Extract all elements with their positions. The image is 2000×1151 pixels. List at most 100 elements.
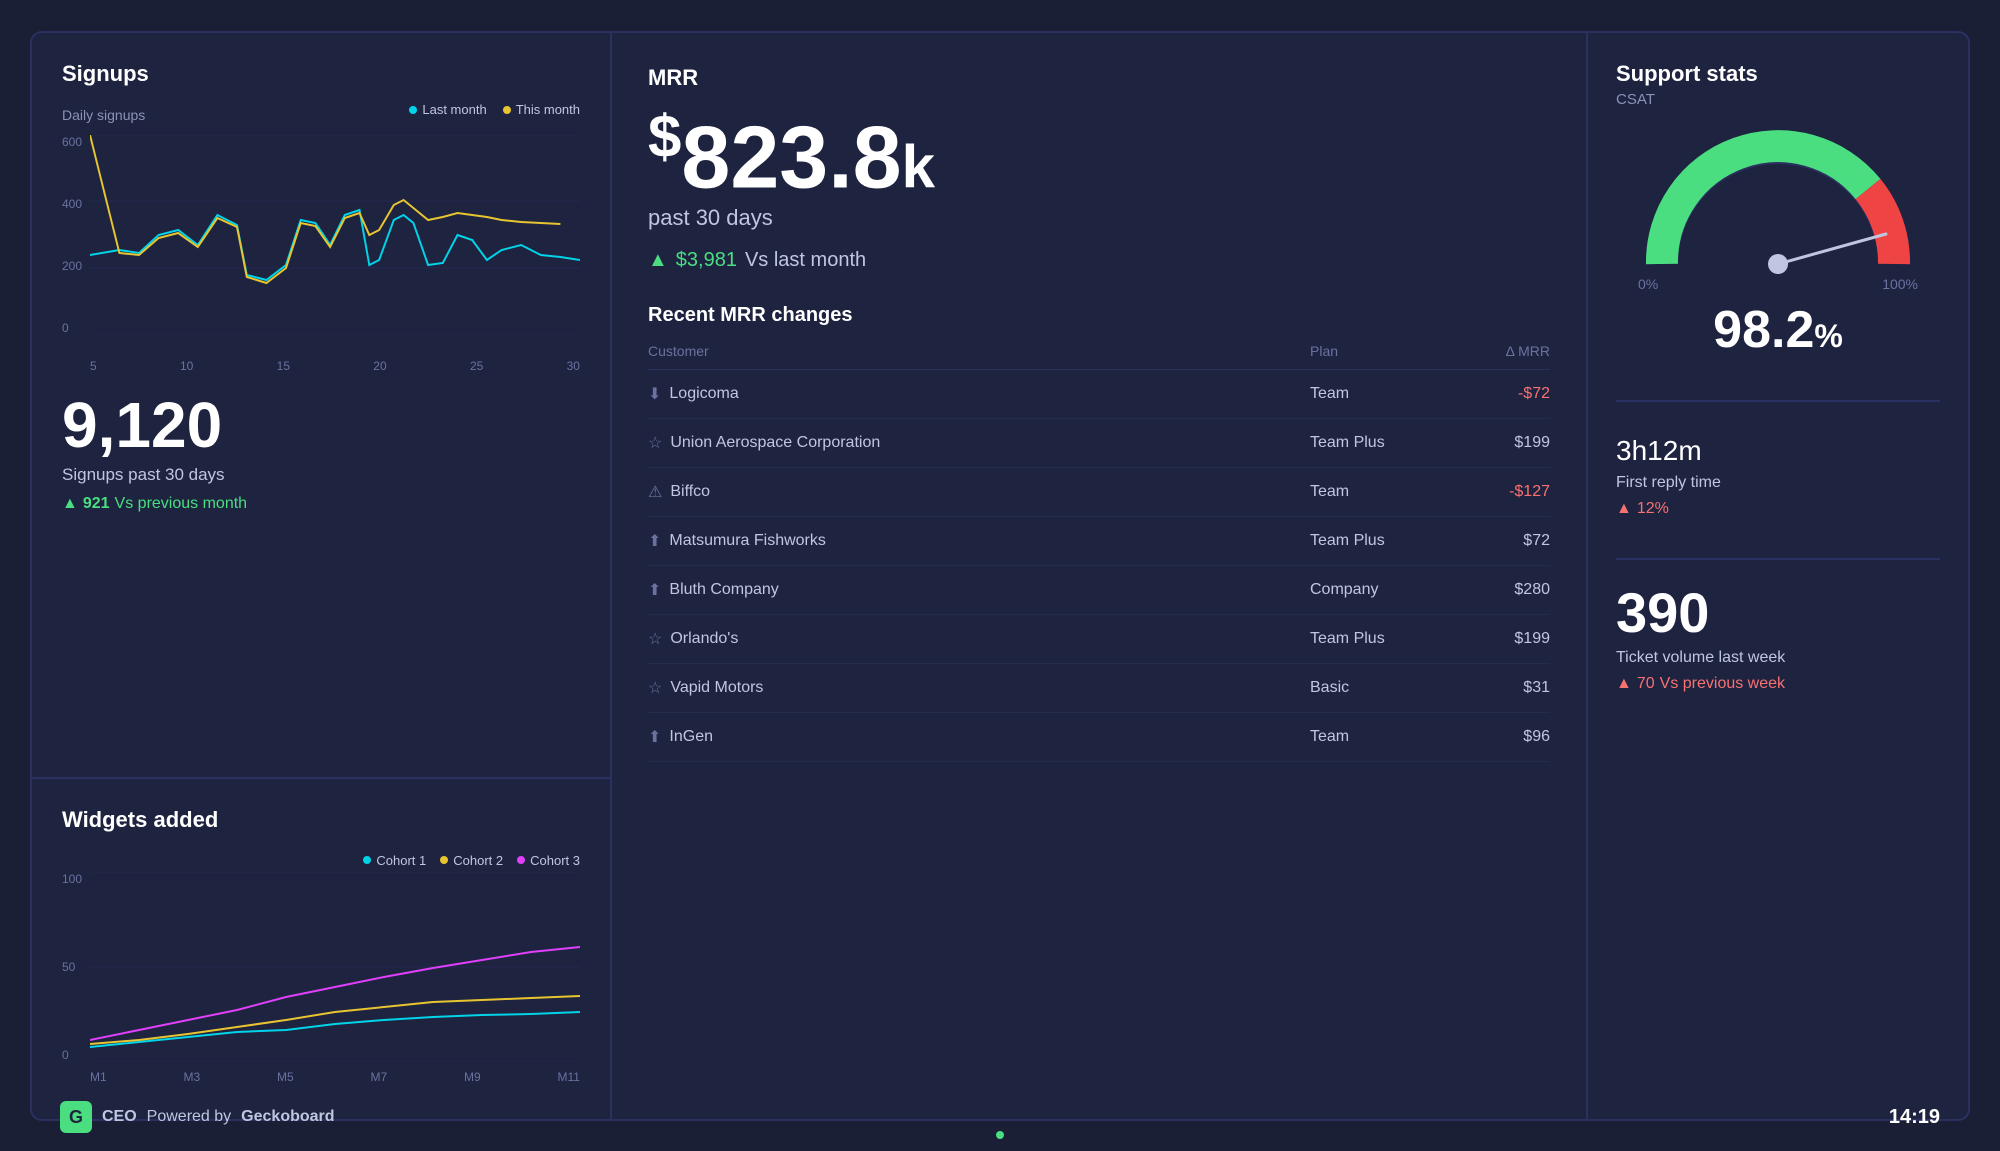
gauge-value: 98.2 (1713, 301, 1814, 359)
cohort3-legend: Cohort 3 (517, 853, 580, 868)
cohort3-dot (517, 856, 525, 864)
m-label: m (1678, 435, 1701, 466)
mrr-cell: $31 (1450, 679, 1550, 697)
customer-cell: ☆ Vapid Motors (648, 678, 1310, 698)
mrr-title: MRR (648, 65, 1550, 91)
customer-cell: ⬆ Matsumura Fishworks (648, 531, 1310, 551)
signups-chart-container: 6004002000 (62, 135, 580, 335)
mrr-period: past 30 days (648, 205, 1550, 231)
signups-x-axis: 51015202530 (62, 359, 580, 373)
signups-chart-svg (62, 135, 580, 335)
widgets-x-axis: M1M3M5M7M9M11 (62, 1070, 580, 1084)
mrr-cell: $199 (1450, 434, 1550, 452)
signups-panel: Signups Daily signups Last month This mo… (32, 33, 610, 779)
cohort2-legend: Cohort 2 (440, 853, 503, 868)
powered-by: Powered by (147, 1108, 232, 1126)
support-divider (1616, 400, 1940, 402)
plan-cell: Team (1310, 385, 1450, 403)
left-column: Signups Daily signups Last month This mo… (32, 33, 612, 1119)
plan-cell: Team Plus (1310, 630, 1450, 648)
reply-change: ▲ 12% (1616, 500, 1940, 518)
status-dot (996, 1131, 1004, 1139)
legend-last-month: Last month (409, 102, 486, 117)
table-row: ⬆ Bluth Company Company $280 (648, 566, 1550, 615)
plan-cell: Team Plus (1310, 532, 1450, 550)
gecko-icon: G (60, 1101, 92, 1133)
footer-brand: G CEO Powered by Geckoboard (60, 1101, 335, 1133)
row-icon: ☆ (648, 629, 662, 649)
cohort2-dot (440, 856, 448, 864)
mrr-changes-title: Recent MRR changes (648, 304, 1550, 327)
plan-cell: Team (1310, 728, 1450, 746)
table-row: ☆ Vapid Motors Basic $31 (648, 664, 1550, 713)
support-divider-2 (1616, 558, 1940, 560)
customer-cell: ⬇ Logicoma (648, 384, 1310, 404)
company-name: Geckoboard (241, 1108, 334, 1126)
mrr-cell: $280 (1450, 581, 1550, 599)
support-panel: Support stats CSAT 0% 100% 98.2% (1588, 33, 1968, 1119)
mrr-table-header: Customer Plan Δ MRR (648, 343, 1550, 370)
dashboard: Signups Daily signups Last month This mo… (30, 31, 1970, 1121)
mrr-panel: MRR $823.8k past 30 days ▲ $3,981 Vs las… (612, 33, 1588, 1119)
table-row: ⬇ Logicoma Team -$72 (648, 370, 1550, 419)
plan-cell: Basic (1310, 679, 1450, 697)
mrr-cell: -$72 (1450, 385, 1550, 403)
last-month-dot (409, 106, 417, 114)
daily-signups-label: Daily signups (62, 107, 145, 123)
table-row: ⬆ InGen Team $96 (648, 713, 1550, 762)
table-row: ☆ Union Aerospace Corporation Team Plus … (648, 419, 1550, 468)
row-icon: ☆ (648, 433, 662, 453)
gauge-labels: 0% 100% (1638, 276, 1918, 292)
signups-sub-label: Signups past 30 days (62, 465, 580, 485)
signups-change: ▲ 921 Vs previous month (62, 495, 580, 513)
dollar-sign: $ (648, 103, 681, 170)
signups-title: Signups (62, 61, 149, 87)
brand-name: CEO (102, 1108, 137, 1126)
widgets-panel: Widgets added Cohort 1 Cohort 2 Cohort 3 (32, 779, 610, 1119)
row-icon: ⬇ (648, 384, 661, 404)
mrr-amount: $823.8k (648, 107, 1550, 201)
signups-y-axis: 6004002000 (62, 135, 82, 335)
customer-cell: ☆ Union Aerospace Corporation (648, 433, 1310, 453)
ticket-up-icon: ▲ (1616, 675, 1632, 693)
mrr-table-body: ⬇ Logicoma Team -$72 ☆ Union Aerospace C… (648, 370, 1550, 762)
mrr-cell: $72 (1450, 532, 1550, 550)
row-icon: ⬆ (648, 580, 661, 600)
this-month-dot (503, 106, 511, 114)
up-arrow-icon: ▲ (62, 495, 78, 513)
widgets-title: Widgets added (62, 807, 218, 833)
plan-cell: Company (1310, 581, 1450, 599)
row-icon: ☆ (648, 678, 662, 698)
signups-number: 9,120 (62, 393, 580, 457)
down-arrow-icon: ▲ (1616, 500, 1632, 518)
csat-label: CSAT (1616, 91, 1940, 108)
mrr-up-icon: ▲ (648, 249, 668, 272)
widgets-chart-svg (62, 872, 580, 1062)
signups-legend: Last month This month (409, 102, 580, 117)
mrr-cell: -$127 (1450, 483, 1550, 501)
customer-cell: ☆ Orlando's (648, 629, 1310, 649)
mrr-cell: $199 (1450, 630, 1550, 648)
legend-this-month: This month (503, 102, 580, 117)
support-title: Support stats (1616, 61, 1940, 87)
gauge-unit: % (1814, 318, 1842, 354)
customer-cell: ⬆ InGen (648, 727, 1310, 747)
widgets-chart-container: 100500 (62, 872, 580, 1062)
reply-time: 3h12m (1616, 422, 1940, 470)
table-row: ☆ Orlando's Team Plus $199 (648, 615, 1550, 664)
cohort1-legend: Cohort 1 (363, 853, 426, 868)
ticket-label: Ticket volume last week (1616, 649, 1940, 667)
cohort1-dot (363, 856, 371, 864)
plan-cell: Team (1310, 483, 1450, 501)
mrr-cell: $96 (1450, 728, 1550, 746)
plan-cell: Team Plus (1310, 434, 1450, 452)
footer: G CEO Powered by Geckoboard 14:19 (30, 1101, 1970, 1133)
footer-time: 14:19 (1889, 1106, 1940, 1129)
row-icon: ⚠ (648, 482, 662, 502)
h-label: h (1632, 435, 1648, 466)
reply-label: First reply time (1616, 474, 1940, 492)
row-icon: ⬆ (648, 531, 661, 551)
mrr-change: ▲ $3,981 Vs last month (648, 249, 1550, 272)
customer-cell: ⬆ Bluth Company (648, 580, 1310, 600)
k-suffix: k (902, 133, 935, 200)
